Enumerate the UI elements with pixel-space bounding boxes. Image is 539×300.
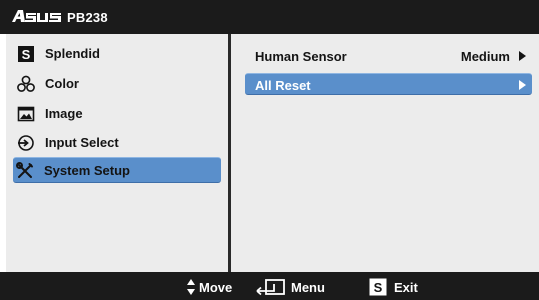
submenu-item-value: Medium (460, 49, 510, 64)
osd-window: PB238 S Splendid Color Image Input Selec… (0, 0, 539, 300)
menu-item-label: Color (45, 76, 79, 91)
chevron-right-icon (519, 51, 526, 61)
splendid-s-icon: S (18, 46, 34, 62)
submenu-item-all-reset[interactable]: All Reset (245, 73, 532, 95)
up-down-arrows-icon (187, 279, 195, 295)
chevron-right-icon (519, 80, 526, 90)
svg-text:S: S (22, 47, 31, 62)
image-icon (17, 106, 35, 122)
model-name: PB238 (67, 10, 108, 25)
submenu-item-human-sensor[interactable]: Human Sensor Medium (245, 45, 532, 67)
menu-label: Menu (291, 280, 325, 295)
title-bar: PB238 (0, 0, 539, 34)
exit-key-letter: S (374, 280, 383, 295)
move-label: Move (199, 280, 233, 295)
asus-logo (12, 10, 61, 22)
color-circles-icon (17, 75, 35, 92)
menu-item-label: Input Select (45, 135, 119, 150)
move-hint[interactable]: Move (186, 278, 246, 296)
exit-label: Exit (394, 280, 418, 295)
menu-item-label: Image (45, 106, 83, 121)
menu-item-image[interactable]: Image (14, 101, 219, 127)
wrench-screwdriver-icon (16, 162, 33, 178)
menu-item-system-setup[interactable]: System Setup (13, 157, 221, 183)
menu-item-label: Splendid (45, 46, 100, 61)
input-select-icon (18, 135, 34, 151)
menu-item-input-select[interactable]: Input Select (14, 130, 219, 156)
exit-key-icon: S (369, 278, 387, 296)
menu-hint[interactable]: Menu (256, 278, 346, 296)
enter-key-icon (256, 279, 285, 296)
submenu-item-label: Human Sensor (255, 49, 347, 64)
submenu-panel (231, 34, 539, 272)
menu-item-splendid[interactable]: S Splendid (14, 41, 219, 67)
menu-item-label: System Setup (44, 163, 130, 178)
submenu-item-label: All Reset (255, 78, 311, 93)
exit-hint[interactable]: S Exit (369, 278, 439, 296)
menu-item-color[interactable]: Color (14, 71, 219, 97)
bottom-bar: Move Menu S Exit (0, 272, 539, 300)
